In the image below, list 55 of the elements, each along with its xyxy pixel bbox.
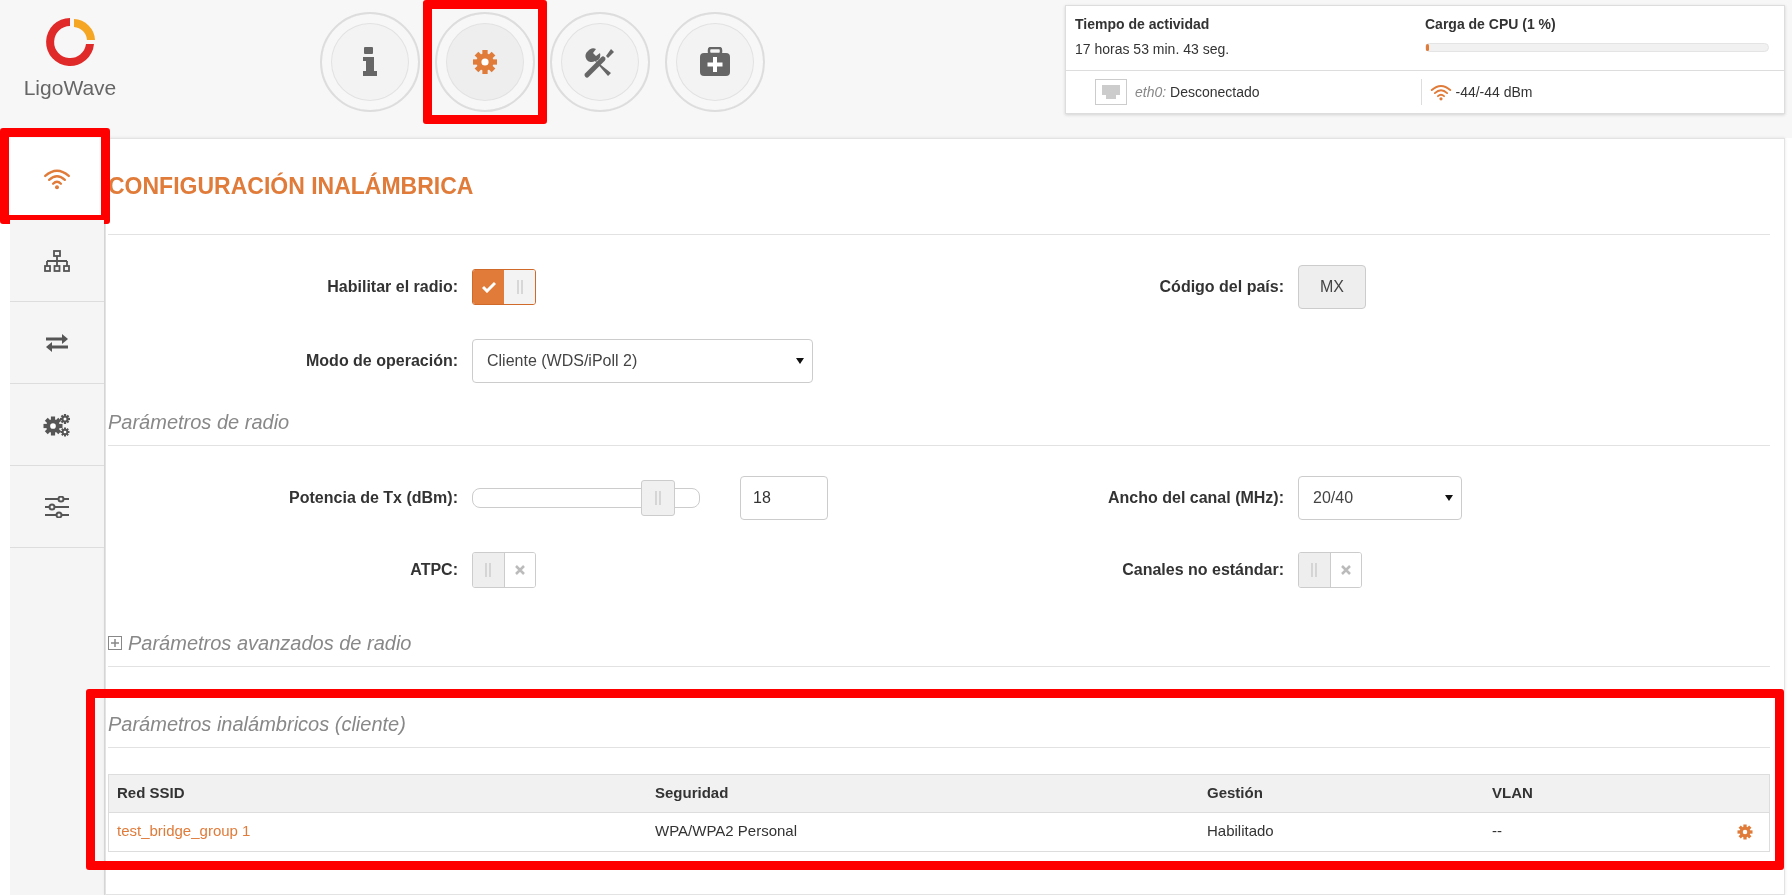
grip-icon xyxy=(655,490,662,505)
logo-text: LigoWave xyxy=(23,75,117,101)
grip-icon xyxy=(516,279,523,294)
check-icon xyxy=(481,280,496,293)
cpu-label: Carga de CPU (1 %) xyxy=(1425,15,1557,34)
field-label: Modo de operación: xyxy=(305,350,458,371)
column-header: Gestión xyxy=(1206,782,1264,803)
grip-icon xyxy=(485,562,492,577)
cross-icon xyxy=(1340,564,1351,575)
section-heading: Parámetros de radio xyxy=(108,396,1770,446)
column-header: VLAN xyxy=(1491,782,1534,803)
uptime-value: 17 horas 53 min. 43 seg. xyxy=(1075,40,1231,59)
slider-handle[interactable] xyxy=(641,479,676,516)
swap-arrows-icon xyxy=(44,332,70,353)
table-cell-text: WPA/WPA2 Personal xyxy=(654,821,798,842)
gears-icon xyxy=(43,412,71,437)
section-heading[interactable]: Parámetros avanzados de radio xyxy=(128,627,412,658)
field-label: Canales no estándar: xyxy=(1121,559,1284,580)
column-header: Red SSID xyxy=(116,782,186,803)
ethernet-port-icon xyxy=(1095,79,1127,105)
toggle-switch[interactable] xyxy=(472,268,536,305)
caret-icon xyxy=(796,357,804,364)
column-header: Seguridad xyxy=(654,782,730,803)
toggle-switch[interactable] xyxy=(472,551,536,588)
page-title: CONFIGURACIÓN INALÁMBRICA xyxy=(108,139,1770,235)
sidebar-item[interactable] xyxy=(10,220,104,302)
country-code-field: MX xyxy=(1298,264,1366,309)
gear-icon[interactable] xyxy=(1737,824,1753,841)
caret-icon xyxy=(1445,494,1453,501)
field-label: Ancho del canal (MHz): xyxy=(1107,487,1284,508)
sliders-icon xyxy=(44,495,70,518)
cross-icon xyxy=(514,564,525,575)
field-label: ATPC: xyxy=(409,559,458,580)
gear-icon xyxy=(472,49,498,75)
section-heading: Parámetros inalámbricos (cliente) xyxy=(108,698,1770,748)
uptime-label: Tiempo de actividad xyxy=(1075,15,1211,34)
info-icon xyxy=(362,47,378,77)
ethernet-status: eth0: Desconectado xyxy=(1135,82,1260,102)
toggle-switch[interactable] xyxy=(1298,551,1362,588)
medical-kit-icon xyxy=(699,47,731,77)
field-label: Código del país: xyxy=(1158,276,1284,297)
nav-button[interactable] xyxy=(435,12,535,112)
tools-icon xyxy=(583,45,617,79)
signal-icon xyxy=(1429,83,1452,101)
table-cell-text: Habilitado xyxy=(1206,821,1275,842)
select-field[interactable]: Cliente (WDS/iPoll 2) xyxy=(472,338,813,383)
table-cell-text: -- xyxy=(1491,821,1503,842)
grip-icon xyxy=(1311,562,1318,577)
select-field[interactable]: 20/40 xyxy=(1298,475,1462,520)
network-tree-icon xyxy=(44,249,70,272)
wifi-icon xyxy=(43,167,71,190)
number-field[interactable]: 18 xyxy=(740,475,828,520)
signal-strength: -44/-44 dBm xyxy=(1455,82,1533,102)
field-label: Habilitar el radio: xyxy=(326,276,458,297)
field-label: Potencia de Tx (dBm): xyxy=(288,487,458,508)
